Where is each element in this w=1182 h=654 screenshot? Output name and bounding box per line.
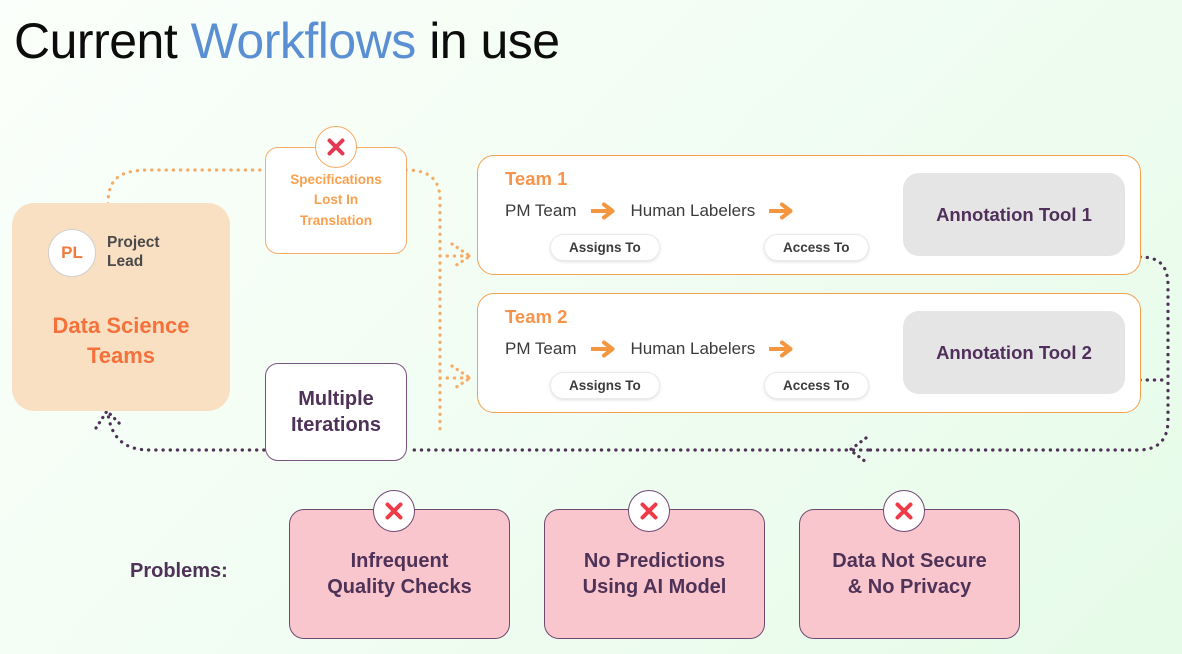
x-icon	[628, 490, 670, 532]
multiple-iterations-text: Multiple Iterations	[291, 386, 381, 438]
project-lead-label: Project Lead	[107, 234, 160, 272]
team-2-flow: PM Team Human Labelers	[505, 339, 809, 359]
project-lead-line1: Project	[107, 234, 160, 252]
problem-3-line1: Data Not Secure	[832, 549, 987, 572]
team-1-source: PM Team	[505, 201, 577, 220]
annotation-tool-1[interactable]: Annotation Tool 1	[903, 173, 1125, 256]
problem-3-line2: & No Privacy	[847, 576, 972, 598]
team-1-assigns-pill[interactable]: Assigns To	[550, 234, 660, 261]
team-1-target: Human Labelers	[630, 201, 756, 220]
title-highlight: Workflows	[190, 13, 417, 69]
team-2-access-pill[interactable]: Access To	[764, 372, 869, 399]
annotation-tool-2[interactable]: Annotation Tool 2	[903, 311, 1125, 394]
spec-line2: Lost In	[313, 192, 359, 208]
team-1-flow: PM Team Human Labelers	[505, 201, 809, 221]
wire-ds-to-spec	[106, 168, 266, 206]
specifications-lost-text: Specifications Lost In Translation	[290, 170, 382, 231]
ds-title-line2: Teams	[86, 342, 156, 368]
arrow-right-icon	[590, 202, 617, 220]
wire-return-to-ds	[106, 412, 870, 452]
data-science-teams-box[interactable]: PL Project Lead Data Science Teams	[12, 203, 230, 411]
iterations-line1: Multiple	[298, 388, 374, 410]
spec-line1: Specifications	[290, 172, 382, 188]
arrowhead-team2	[450, 364, 473, 392]
problem-card-1-text: Infrequent Quality Checks	[327, 548, 472, 601]
arrowhead-return-ds	[94, 408, 122, 430]
problem-2-line2: Using AI Model	[582, 576, 727, 598]
avatar: PL	[48, 229, 96, 277]
problems-label: Problems:	[130, 560, 228, 582]
arrow-right-icon	[590, 340, 617, 358]
problem-2-line1: No Predictions	[583, 549, 726, 572]
project-lead-group: PL Project Lead	[48, 229, 160, 277]
title-prefix: Current	[14, 13, 191, 69]
x-icon	[883, 490, 925, 532]
data-science-teams-title: Data Science Teams	[12, 311, 230, 370]
team-1-title: Team 1	[505, 168, 568, 189]
team-2-assigns-pill[interactable]: Assigns To	[550, 372, 660, 399]
ds-title-line1: Data Science	[52, 313, 190, 338]
multiple-iterations-note[interactable]: Multiple Iterations	[265, 363, 407, 461]
team-2-target: Human Labelers	[630, 339, 756, 358]
problem-1-line1: Infrequent	[350, 549, 449, 572]
slide-canvas: Current Workflows in use PL Project Lead	[0, 0, 1182, 654]
wire-spine-out	[404, 168, 442, 432]
title-suffix: in use	[415, 13, 560, 69]
arrow-right-icon	[769, 340, 795, 358]
x-icon	[315, 126, 357, 168]
team-2-source: PM Team	[505, 339, 577, 358]
arrow-right-icon	[769, 202, 795, 220]
x-icon	[373, 490, 415, 532]
project-lead-line2: Lead	[107, 253, 144, 270]
team-2-title: Team 2	[505, 306, 568, 327]
page-title: Current Workflows in use	[14, 12, 560, 70]
team-1-access-pill[interactable]: Access To	[764, 234, 869, 261]
problem-1-line2: Quality Checks	[327, 576, 472, 598]
arrowhead-return-mid	[847, 436, 868, 464]
team-panel-1[interactable]: Team 1 PM Team Human Labelers Assigns To…	[477, 155, 1141, 275]
spec-line3: Translation	[299, 212, 372, 228]
arrowhead-team1	[450, 242, 473, 270]
problem-card-2-text: No Predictions Using AI Model	[583, 548, 727, 601]
iterations-line2: Iterations	[290, 414, 382, 436]
team-panel-2[interactable]: Team 2 PM Team Human Labelers Assigns To…	[477, 293, 1141, 413]
problem-card-3-text: Data Not Secure & No Privacy	[832, 548, 987, 601]
